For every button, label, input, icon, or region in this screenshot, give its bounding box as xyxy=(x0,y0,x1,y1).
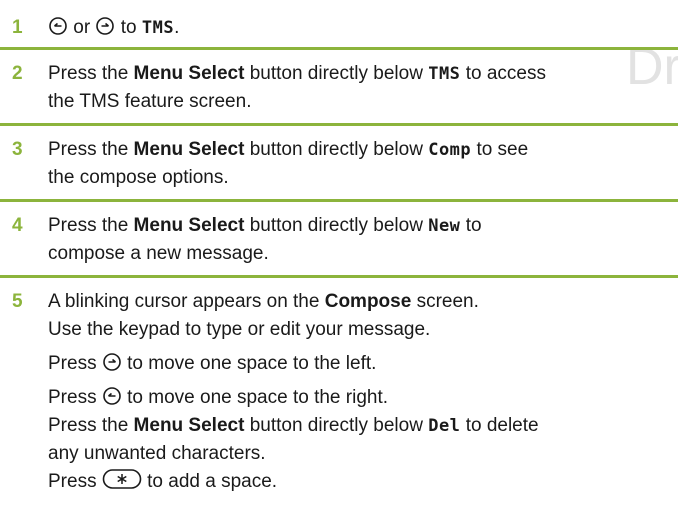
step-text-part: button directly below xyxy=(249,63,423,84)
menu-select-label: Menu Select xyxy=(133,215,245,236)
step-number: 4 xyxy=(12,215,23,236)
step-text: Press the Menu Select button directly be… xyxy=(48,60,660,116)
menu-select-label: Menu Select xyxy=(133,415,245,436)
nav-right-icon xyxy=(103,353,121,371)
nav-left-icon xyxy=(103,387,121,405)
menu-code: TMS xyxy=(141,18,175,38)
step-text-part: . xyxy=(174,17,180,38)
step-text-part: screen. xyxy=(416,291,479,312)
step-text-line: Use the keypad to type or edit your mess… xyxy=(48,319,431,340)
menu-select-label: Menu Select xyxy=(133,63,245,84)
step-text-part: Press the xyxy=(48,215,129,236)
step-text-line: any unwanted characters. xyxy=(48,443,266,464)
step-number: 2 xyxy=(12,63,23,84)
step-number: 1 xyxy=(12,17,23,38)
divider xyxy=(0,275,678,278)
step-text-part: to xyxy=(465,215,482,236)
step-text-part: to xyxy=(120,17,137,38)
step-text: Press the Menu Select button directly be… xyxy=(48,212,660,268)
step-text-part: to delete xyxy=(465,415,539,436)
step-text-line: compose a new message. xyxy=(48,243,269,264)
step-text-part: Press the xyxy=(48,63,129,84)
step-text-part: button directly below xyxy=(249,215,423,236)
step-text-part: button directly below xyxy=(249,139,423,160)
star-key-icon xyxy=(102,469,142,489)
step-text-part: to move one space to the left. xyxy=(127,353,377,374)
step-text: A blinking cursor appears on the Compose… xyxy=(48,288,660,496)
divider xyxy=(0,199,678,202)
step-text-part: Press xyxy=(48,353,97,374)
menu-code: Del xyxy=(428,416,461,436)
menu-code: TMS xyxy=(428,64,461,84)
step-text-part: to access xyxy=(465,63,546,84)
step-text-part: to add a space. xyxy=(147,471,278,492)
step-text: Press the Menu Select button directly be… xyxy=(48,136,660,192)
step-text-line: the compose options. xyxy=(48,167,229,188)
step-text-part: or xyxy=(73,17,91,38)
step-text-part: Press xyxy=(48,387,97,408)
step-text-line: the TMS feature screen. xyxy=(48,91,252,112)
step-text-part: Press xyxy=(48,471,97,492)
step-text-part: to see xyxy=(476,139,529,160)
step-number: 3 xyxy=(12,139,23,160)
divider xyxy=(0,123,678,126)
step-text-part: to move one space to the right. xyxy=(127,387,389,408)
nav-left-icon xyxy=(49,17,67,35)
step-text-part: A blinking cursor appears on the xyxy=(48,291,320,312)
divider xyxy=(0,47,678,50)
menu-select-label: Menu Select xyxy=(133,139,245,160)
menu-code: New xyxy=(428,216,461,236)
step-text-part: Press the xyxy=(48,415,129,436)
nav-right-icon xyxy=(96,17,115,35)
compose-label: Compose xyxy=(324,291,412,312)
step-text: or to TMS. xyxy=(48,14,660,42)
step-number: 5 xyxy=(12,291,23,312)
step-text-part: Press the xyxy=(48,139,129,160)
menu-code: Comp xyxy=(428,140,472,160)
step-text-part: button directly below xyxy=(249,415,423,436)
